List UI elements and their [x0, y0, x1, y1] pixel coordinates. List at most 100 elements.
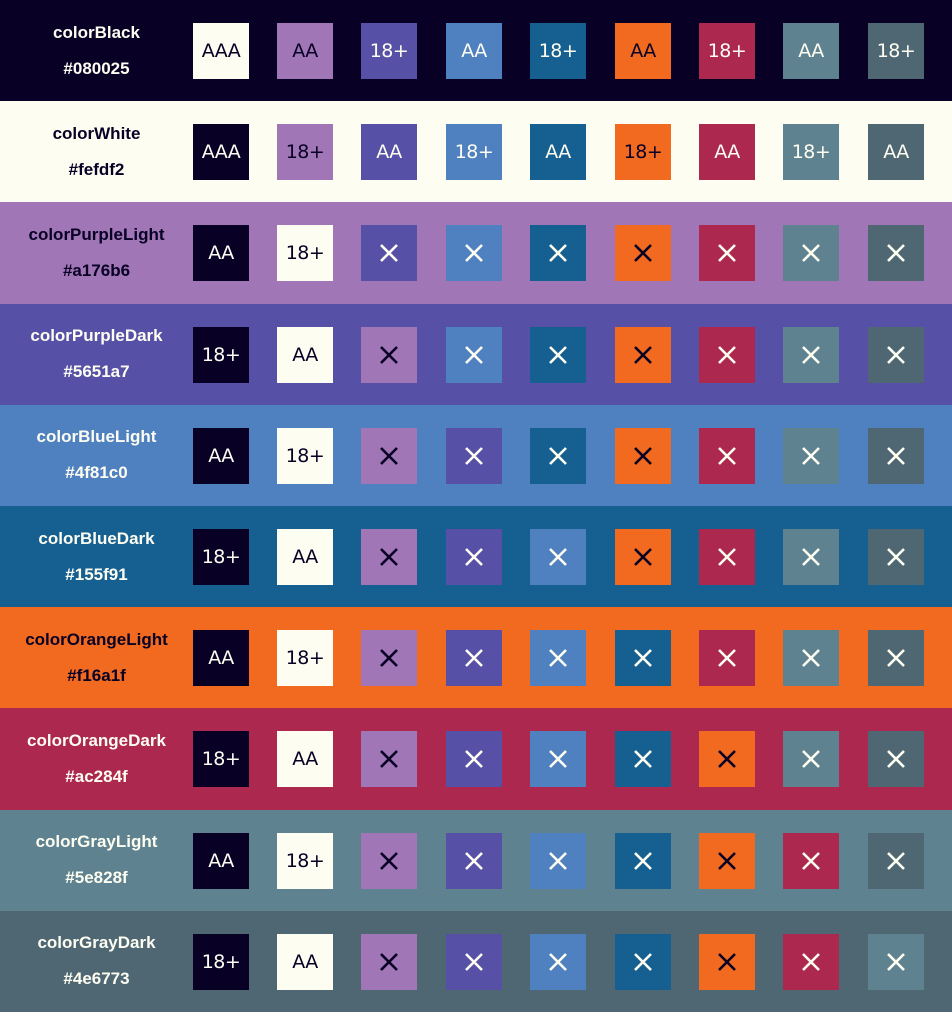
color-label: colorBlueLight #4f81c0 — [0, 405, 193, 506]
fail-x-icon — [465, 952, 483, 971]
contrast-rating: AA — [193, 427, 249, 484]
fail-x-icon — [465, 446, 483, 465]
color-hex: #a176b6 — [62, 260, 131, 280]
fail-x-icon — [718, 446, 736, 465]
contrast-swatch — [868, 326, 924, 383]
fail-x-icon — [718, 851, 736, 870]
contrast-swatch — [868, 427, 924, 484]
fail-x-icon — [718, 548, 736, 566]
color-label: colorBlack #080025 — [0, 0, 193, 101]
color-row-colorWhite: colorWhite #fefdf2 AAA 18+ AA 18+ AA 18+ AA 18+ AA — [0, 101, 952, 203]
color-label: colorBlueDark #155f91 — [0, 506, 193, 607]
contrast-rating: 18+ — [868, 23, 924, 79]
contrast-rating: 18+ — [615, 124, 671, 181]
fail-x-icon — [802, 851, 820, 870]
fail-x-icon — [802, 952, 820, 971]
color-hex: #f16a1f — [67, 665, 126, 685]
fail-x-icon — [802, 446, 820, 465]
contrast-swatch — [446, 933, 502, 990]
contrast-rating: AA — [193, 225, 249, 282]
contrast-swatch — [615, 832, 671, 889]
contrast-swatch — [530, 326, 586, 383]
fail-x-icon — [549, 952, 567, 971]
contrast-swatch — [361, 528, 417, 585]
fail-x-icon — [380, 446, 398, 465]
contrast-swatch — [361, 630, 417, 687]
contrast-rating: 18+ — [277, 630, 333, 687]
contrast-swatch — [615, 225, 671, 282]
contrast-swatch — [868, 832, 924, 889]
color-row-colorOrangeLight: colorOrangeLight #f16a1f AA 18+ — [0, 607, 952, 709]
contrast-rating: AA — [783, 23, 839, 79]
contrast-swatch — [446, 731, 502, 788]
contrast-swatch — [783, 427, 839, 484]
fail-x-icon — [718, 244, 736, 263]
fail-x-icon — [887, 952, 905, 971]
contrast-swatch — [361, 832, 417, 889]
fail-x-icon — [802, 345, 820, 364]
contrast-rating: 18+ — [193, 731, 249, 788]
color-name: colorBlueDark — [38, 528, 155, 548]
contrast-rating: AA — [277, 731, 333, 788]
fail-x-icon — [380, 851, 398, 870]
fail-x-icon — [634, 851, 652, 870]
fail-x-icon — [549, 446, 567, 465]
color-label: colorOrangeLight #f16a1f — [0, 607, 193, 708]
color-row-colorPurpleDark: colorPurpleDark #5651a7 18+ AA — [0, 303, 952, 405]
contrast-swatch — [446, 326, 502, 383]
fail-x-icon — [887, 548, 905, 566]
contrast-rating: 18+ — [193, 326, 249, 383]
fail-x-icon — [802, 548, 820, 566]
fail-x-icon — [887, 446, 905, 465]
contrast-swatch — [699, 225, 755, 282]
fail-x-icon — [887, 851, 905, 870]
contrast-swatch — [361, 225, 417, 282]
fail-x-icon — [549, 548, 567, 566]
contrast-rating: AAA — [193, 124, 249, 181]
color-hex: #5e828f — [65, 868, 128, 888]
contrast-swatch — [868, 225, 924, 282]
contrast-swatch — [783, 630, 839, 687]
fail-x-icon — [634, 244, 652, 263]
fail-x-icon — [465, 750, 483, 769]
contrast-swatch — [783, 832, 839, 889]
color-contrast-grid: colorBlack #080025 AAA AA 18+ AA 18+ AA 18+ AA 18+… — [0, 0, 952, 1012]
fail-x-icon — [887, 345, 905, 364]
color-name: colorWhite — [52, 123, 141, 143]
fail-x-icon — [634, 750, 652, 769]
contrast-swatch — [530, 832, 586, 889]
color-hex: #5651a7 — [63, 362, 130, 382]
contrast-swatch — [446, 630, 502, 687]
contrast-swatch — [868, 731, 924, 788]
fail-x-icon — [887, 649, 905, 668]
contrast-swatch — [615, 427, 671, 484]
contrast-rating: 18+ — [783, 124, 839, 181]
color-hex: #080025 — [63, 58, 130, 78]
color-hex: #155f91 — [65, 564, 128, 584]
contrast-swatch — [530, 933, 586, 990]
fail-x-icon — [802, 244, 820, 263]
contrast-rating: AA — [277, 23, 333, 79]
contrast-rating: 18+ — [193, 933, 249, 990]
contrast-rating: 18+ — [530, 23, 586, 79]
fail-x-icon — [380, 750, 398, 769]
color-name: colorBlack — [53, 22, 140, 42]
contrast-rating: AA — [361, 124, 417, 181]
fail-x-icon — [549, 244, 567, 263]
color-name: colorGrayLight — [35, 832, 158, 852]
fail-x-icon — [380, 244, 398, 263]
contrast-rating: AA — [446, 23, 502, 79]
fail-x-icon — [380, 952, 398, 971]
fail-x-icon — [802, 750, 820, 769]
color-name: colorOrangeLight — [25, 629, 168, 649]
contrast-swatch — [699, 933, 755, 990]
fail-x-icon — [802, 649, 820, 668]
contrast-rating: AA — [530, 124, 586, 181]
fail-x-icon — [718, 750, 736, 769]
contrast-swatch — [615, 731, 671, 788]
contrast-swatch — [783, 731, 839, 788]
contrast-swatch — [615, 933, 671, 990]
contrast-swatch — [783, 528, 839, 585]
contrast-rating: AA — [277, 933, 333, 990]
contrast-swatch — [699, 427, 755, 484]
